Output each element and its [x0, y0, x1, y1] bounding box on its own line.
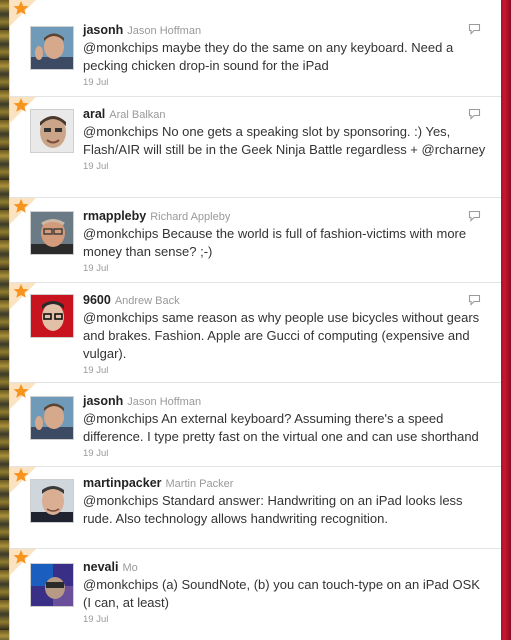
tweet-timestamp[interactable]: 19 Jul: [83, 364, 489, 378]
screen-name-link[interactable]: aral: [83, 107, 105, 121]
avatar-jasonh-image: [31, 397, 73, 439]
tweet-text: @monkchips An external keyboard? Assumin…: [83, 411, 479, 444]
tweet-author: jasonh Jason Hoffman: [83, 393, 489, 410]
screen-name-link[interactable]: martinpacker: [83, 476, 162, 490]
tweet-timestamp[interactable]: 19 Jul: [83, 76, 489, 90]
tweet-author: 9600 Andrew Back: [83, 292, 489, 309]
avatar-aral-image: [31, 110, 73, 152]
reply-icon[interactable]: [468, 210, 481, 222]
full-name: Aral Balkan: [109, 109, 166, 121]
avatar-jasonh-image: [31, 27, 73, 69]
screen-name-link[interactable]: jasonh: [83, 23, 123, 37]
tweet-timestamp[interactable]: 19 Jul: [83, 160, 489, 174]
tweet-text: @monkchips (a) SoundNote, (b) you can to…: [83, 577, 480, 610]
screen-name-link[interactable]: nevali: [83, 560, 118, 574]
tweet-author: jasonh Jason Hoffman: [83, 22, 489, 39]
tweet-content: rmappleby Richard Appleby @monkchips Beca…: [83, 208, 489, 276]
tweet-item: jasonh Jason Hoffman @monkchips An extern…: [10, 383, 501, 467]
screen-name-link[interactable]: rmappleby: [83, 209, 146, 223]
avatar[interactable]: [30, 109, 74, 153]
full-name: Andrew Back: [114, 295, 180, 307]
avatar-martinpacker-image: [31, 480, 73, 522]
tweet-text: @monkchips No one gets a speaking slot b…: [83, 124, 486, 157]
left-background-strip: [0, 0, 9, 640]
full-name: Jason Hoffman: [127, 396, 202, 408]
tweet-text: @monkchips maybe they do the same on any…: [83, 40, 454, 73]
star-icon[interactable]: [10, 0, 36, 26]
tweet-author: nevali Mo: [83, 559, 489, 576]
full-name: Martin Packer: [165, 478, 234, 490]
tweet-timestamp[interactable]: 19 Jul: [83, 262, 489, 276]
avatar[interactable]: [30, 211, 74, 255]
tweet-author: aral Aral Balkan: [83, 106, 489, 123]
tweet-author: rmappleby Richard Appleby: [83, 208, 489, 225]
tweet-content: 9600 Andrew Back @monkchips same reason a…: [83, 292, 489, 378]
tweet-timeline: jasonh Jason Hoffman @monkchips maybe the…: [9, 0, 501, 640]
avatar[interactable]: [30, 396, 74, 440]
full-name: Jason Hoffman: [127, 25, 202, 37]
tweet-content: martinpacker Martin Packer @monkchips Sta…: [83, 475, 489, 528]
reply-icon[interactable]: [468, 108, 481, 120]
avatar-nevali-image: [31, 564, 73, 606]
reply-icon[interactable]: [468, 294, 481, 306]
tweet-text: @monkchips same reason as why people use…: [83, 310, 480, 361]
avatar[interactable]: [30, 26, 74, 70]
full-name: Mo: [122, 562, 138, 574]
tweet-content: nevali Mo @monkchips (a) SoundNote, (b) y…: [83, 559, 489, 627]
avatar[interactable]: [30, 479, 74, 523]
tweet-item: martinpacker Martin Packer @monkchips Sta…: [10, 467, 501, 549]
avatar-rmappleby-image: [31, 212, 73, 254]
avatar-9600-image: [31, 295, 73, 337]
tweet-item: rmappleby Richard Appleby @monkchips Beca…: [10, 198, 501, 283]
avatar[interactable]: [30, 294, 74, 338]
full-name: Richard Appleby: [150, 211, 231, 223]
tweet-author: martinpacker Martin Packer: [83, 475, 489, 492]
tweet-text: @monkchips Standard answer: Handwriting …: [83, 493, 463, 526]
screen-name-link[interactable]: 9600: [83, 293, 111, 307]
reply-icon[interactable]: [468, 23, 481, 35]
tweet-content: jasonh Jason Hoffman @monkchips maybe the…: [83, 22, 489, 90]
avatar[interactable]: [30, 563, 74, 607]
tweet-timestamp[interactable]: 19 Jul: [83, 447, 489, 461]
tweet-item: jasonh Jason Hoffman @monkchips maybe the…: [10, 0, 501, 97]
tweet-item: aral Aral Balkan @monkchips No one gets a…: [10, 97, 501, 198]
tweet-timestamp[interactable]: 19 Jul: [83, 613, 489, 627]
tweet-item: nevali Mo @monkchips (a) SoundNote, (b) y…: [10, 549, 501, 640]
tweet-text: @monkchips Because the world is full of …: [83, 226, 467, 259]
tweet-content: aral Aral Balkan @monkchips No one gets a…: [83, 106, 489, 174]
screen-name-link[interactable]: jasonh: [83, 394, 123, 408]
right-background-strip: [500, 0, 511, 640]
tweet-content: jasonh Jason Hoffman @monkchips An extern…: [83, 393, 489, 461]
tweet-item: 9600 Andrew Back @monkchips same reason a…: [10, 283, 501, 383]
